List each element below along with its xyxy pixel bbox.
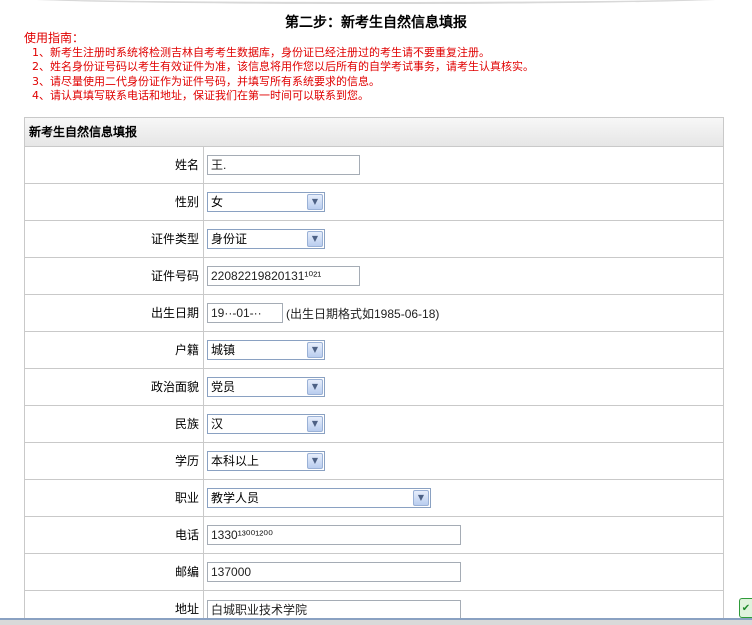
education-value: 本科以上 (211, 454, 260, 468)
chevron-down-icon[interactable]: ▼ (307, 231, 323, 247)
usage-guide: 使用指南： 1、新考生注册时系统将检测吉林自考考生数据库，身份证已经注册过的考生… (24, 31, 744, 104)
occupation-select[interactable]: 教学人员 ▼ (207, 488, 431, 508)
ethnicity-value: 汉 (211, 417, 224, 431)
name-label: 姓名 (25, 147, 204, 183)
guide-item: 2、姓名身份证号码以考生有效证件为准，该信息将用作您以后所有的自学考试事务，请考… (32, 60, 534, 73)
id-number-label: 证件号码 (25, 258, 204, 294)
id-type-select[interactable]: 身份证 ▼ (207, 229, 325, 249)
political-value: 党员 (211, 380, 236, 394)
id-type-value: 身份证 (211, 232, 248, 246)
info-form: 新考生自然信息填报 姓名 王. 性别 女 ▼ 证件类型 身份证 ▼ 证件号码 2… (24, 117, 724, 625)
form-header: 新考生自然信息填报 (25, 118, 723, 147)
postcode-label: 邮编 (25, 554, 204, 590)
ethnicity-label: 民族 (25, 406, 204, 442)
bottom-scrollbar[interactable] (0, 618, 752, 625)
form-row-political: 政治面貌 党员 ▼ (25, 369, 723, 406)
phone-label: 电话 (25, 517, 204, 553)
form-row-birth-date: 出生日期 19··-01-·· (出生日期格式如1985-06-18) (25, 295, 723, 332)
gender-value: 女 (211, 195, 224, 209)
phone-input[interactable]: 1330¹³⁰⁰¹²⁰⁰ (207, 525, 461, 545)
birth-date-input[interactable]: 19··-01-·· (207, 303, 283, 323)
guide-item: 4、请认真填写联系电话和地址，保证我们在第一时间可以联系到您。 (32, 89, 369, 102)
form-row-phone: 电话 1330¹³⁰⁰¹²⁰⁰ (25, 517, 723, 554)
household-label: 户籍 (25, 332, 204, 368)
form-row-name: 姓名 王. (25, 147, 723, 184)
form-row-id-type: 证件类型 身份证 ▼ (25, 221, 723, 258)
chevron-down-icon[interactable]: ▼ (413, 490, 429, 506)
guide-list: 1、新考生注册时系统将检测吉林自考考生数据库，身份证已经注册过的考生请不要重复注… (24, 46, 744, 104)
form-row-id-number: 证件号码 22082219820131¹⁰²¹ (25, 258, 723, 295)
household-select[interactable]: 城镇 ▼ (207, 340, 325, 360)
chevron-down-icon[interactable]: ▼ (307, 453, 323, 469)
form-row-education: 学历 本科以上 ▼ (25, 443, 723, 480)
form-row-household: 户籍 城镇 ▼ (25, 332, 723, 369)
chevron-down-icon[interactable]: ▼ (307, 342, 323, 358)
occupation-value: 教学人员 (211, 491, 260, 505)
education-select[interactable]: 本科以上 ▼ (207, 451, 325, 471)
birth-date-label: 出生日期 (25, 295, 204, 331)
form-row-occupation: 职业 教学人员 ▼ (25, 480, 723, 517)
address-input[interactable]: 白城职业技术学院 (207, 599, 461, 620)
chevron-down-icon[interactable]: ▼ (307, 416, 323, 432)
name-input[interactable]: 王. (207, 155, 360, 175)
postcode-input[interactable]: 137000 (207, 562, 461, 582)
gender-label: 性别 (25, 184, 204, 220)
id-number-input[interactable]: 22082219820131¹⁰²¹ (207, 266, 360, 286)
guide-title: 使用指南： (24, 31, 85, 45)
birth-date-hint: (出生日期格式如1985-06-18) (286, 306, 440, 321)
page-title: 第二步：新考生自然信息填报 (285, 15, 467, 31)
household-value: 城镇 (211, 343, 236, 357)
guide-item: 1、新考生注册时系统将检测吉林自考考生数据库，身份证已经注册过的考生请不要重复注… (32, 45, 490, 59)
political-label: 政治面貌 (25, 369, 204, 405)
occupation-label: 职业 (25, 480, 204, 516)
form-row-ethnicity: 民族 汉 ▼ (25, 406, 723, 443)
status-icon[interactable]: ✔ (739, 598, 752, 618)
id-type-label: 证件类型 (25, 221, 204, 257)
top-decoration (0, 0, 752, 4)
gender-select[interactable]: 女 ▼ (207, 192, 325, 212)
guide-item: 3、请尽量使用二代身份证作为证件号码，并填写所有系统要求的信息。 (32, 74, 380, 88)
education-label: 学历 (25, 443, 204, 479)
political-select[interactable]: 党员 ▼ (207, 377, 325, 397)
form-row-gender: 性别 女 ▼ (25, 184, 723, 221)
chevron-down-icon[interactable]: ▼ (307, 194, 323, 210)
form-row-postcode: 邮编 137000 (25, 554, 723, 591)
ethnicity-select[interactable]: 汉 ▼ (207, 414, 325, 434)
chevron-down-icon[interactable]: ▼ (307, 379, 323, 395)
